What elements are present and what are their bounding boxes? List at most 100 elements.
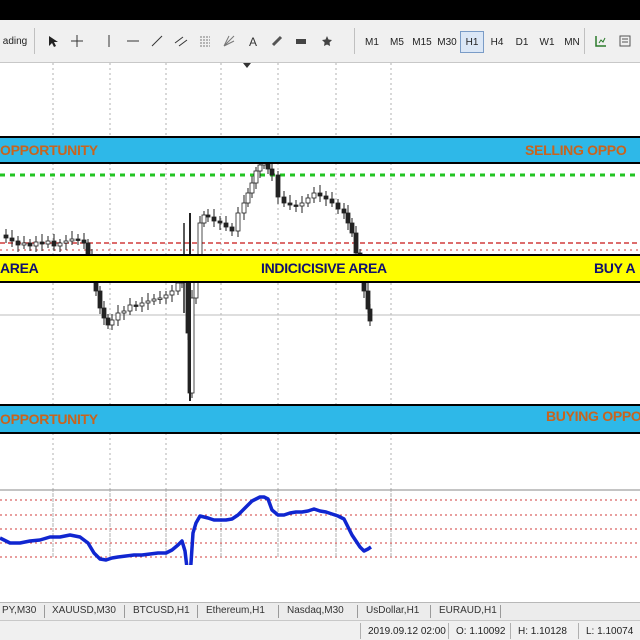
- text-tool-icon[interactable]: A: [244, 31, 262, 51]
- candle-body: [45, 240, 51, 245]
- selling-band-left-label: OPPORTUNITY: [0, 142, 98, 158]
- tab-euraud-h1[interactable]: EURAUD,H1: [439, 605, 497, 616]
- candle-body: [101, 307, 107, 319]
- timeframe-m1-button[interactable]: M1: [360, 31, 384, 53]
- buying-band-right-label: BUYING OPPO: [546, 408, 640, 424]
- candle-body: [75, 238, 81, 241]
- horizontal-line-icon[interactable]: [124, 31, 142, 51]
- candle-body: [311, 192, 317, 199]
- status-high: H: 1.10128: [518, 626, 567, 637]
- terminal-window: ading A M1 M5 M15 M30 H1 H4 D1 W1 MN OPPORTUNITY…: [0, 20, 640, 640]
- status-bar: 2019.09.12 02:00 O: 1.10092 H: 1.10128 L…: [0, 620, 640, 640]
- candle-body: [281, 196, 287, 204]
- tab-label: XAUUSD,M30: [52, 605, 116, 616]
- timeframe-h4-button[interactable]: H4: [485, 31, 509, 53]
- candle-body: [33, 241, 39, 247]
- selling-opportunity-band: OPPORTUNITY SELLING OPPO: [0, 136, 640, 164]
- indecisive-area-band: AREA INDICICISIVE AREA BUY A: [0, 254, 640, 283]
- tab-label: PY,M30: [2, 605, 37, 616]
- candle-body: [133, 304, 139, 307]
- tab-separator: [124, 605, 125, 618]
- status-low: L: 1.10074: [586, 626, 634, 637]
- candle-body: [305, 197, 311, 204]
- candle-body: [163, 294, 169, 299]
- candle-body: [245, 192, 251, 204]
- tab-xauusd-m30[interactable]: XAUUSD,M30: [52, 605, 116, 616]
- tab-label: Nasdaq,M30: [287, 605, 344, 616]
- indecisive-band-right-label: BUY A: [594, 260, 636, 276]
- candle-body: [367, 308, 373, 322]
- fibonacci-icon[interactable]: [196, 31, 214, 51]
- cursor-icon[interactable]: [44, 31, 62, 51]
- tab-label: EURAUD,H1: [439, 605, 497, 616]
- candle-body: [15, 240, 21, 246]
- timeframe-w1-button[interactable]: W1: [535, 31, 559, 53]
- tab-label: Ethereum,H1: [206, 605, 265, 616]
- indicators-list-icon[interactable]: [592, 31, 610, 51]
- candle-body: [105, 317, 111, 326]
- timeframe-h1-button[interactable]: H1: [460, 31, 484, 53]
- symbol-tabs-bar: PY,M30 XAUUSD,M30 BTCUSD,H1 Ethereum,H1 …: [0, 602, 640, 621]
- price-chart[interactable]: OPPORTUNITY SELLING OPPO AREA INDICICISI…: [0, 63, 640, 614]
- tab-py-m30[interactable]: PY,M30: [2, 605, 36, 616]
- templates-icon[interactable]: [616, 31, 634, 51]
- candle-body: [127, 304, 133, 312]
- equidistant-channel-icon[interactable]: [172, 31, 190, 51]
- candle-body: [139, 302, 145, 307]
- candle-body: [299, 202, 305, 207]
- timeframe-mn-button[interactable]: MN: [560, 31, 584, 53]
- tab-separator: [357, 605, 358, 618]
- candle-body: [69, 238, 75, 242]
- candle-body: [145, 300, 151, 304]
- profile-button[interactable]: ading: [0, 31, 30, 51]
- tab-separator: [500, 605, 501, 618]
- label-tool-icon[interactable]: [292, 31, 310, 51]
- toolbar-separator: [34, 28, 35, 54]
- tab-separator: [44, 605, 45, 618]
- candle-body: [39, 241, 45, 245]
- candle-body: [151, 298, 157, 302]
- candle-body: [275, 174, 281, 198]
- candle-body: [365, 290, 371, 310]
- svg-text:A: A: [249, 35, 257, 48]
- candle-body: [97, 290, 103, 309]
- candle-body: [217, 220, 223, 224]
- text-label-icon[interactable]: [268, 31, 286, 51]
- crosshair-icon[interactable]: [68, 31, 86, 51]
- candle-body: [121, 310, 127, 314]
- status-separator: [510, 623, 511, 639]
- tab-usdollar-h1[interactable]: UsDollar,H1: [366, 605, 419, 616]
- tab-btcusd-h1[interactable]: BTCUSD,H1: [133, 605, 190, 616]
- timeframe-m15-button[interactable]: M15: [410, 31, 434, 53]
- status-separator: [360, 623, 361, 639]
- candle-body: [287, 202, 293, 206]
- candle-body: [257, 164, 263, 172]
- buying-band-left-label: OPPORTUNITY: [0, 411, 98, 427]
- shapes-dropdown-icon[interactable]: [318, 31, 336, 51]
- tab-nasdaq-m30[interactable]: Nasdaq,M30: [287, 605, 344, 616]
- candle-body: [341, 208, 347, 214]
- candle-body: [205, 214, 211, 218]
- candle-body: [223, 222, 229, 228]
- gann-fan-icon[interactable]: [220, 31, 238, 51]
- vertical-line-icon[interactable]: [100, 31, 118, 51]
- candle-body: [353, 232, 359, 254]
- status-datetime: 2019.09.12 02:00: [368, 626, 446, 637]
- indecisive-band-center-label: INDICICISIVE AREA: [261, 260, 387, 276]
- candle-body: [21, 242, 27, 246]
- candle-body: [235, 212, 241, 232]
- status-separator: [578, 623, 579, 639]
- indicator-series-line: [0, 495, 372, 565]
- timeframe-m30-button[interactable]: M30: [435, 31, 459, 53]
- candle-body: [293, 204, 299, 207]
- tab-label: UsDollar,H1: [366, 605, 420, 616]
- candle-body: [63, 240, 69, 244]
- trendline-icon[interactable]: [148, 31, 166, 51]
- tab-ethereum-h1[interactable]: Ethereum,H1: [206, 605, 265, 616]
- candle-body: [241, 202, 247, 214]
- timeframe-d1-button[interactable]: D1: [510, 31, 534, 53]
- timeframe-m5-button[interactable]: M5: [385, 31, 409, 53]
- candle-body: [269, 168, 275, 176]
- candle-body: [349, 222, 355, 234]
- candle-body: [51, 240, 57, 247]
